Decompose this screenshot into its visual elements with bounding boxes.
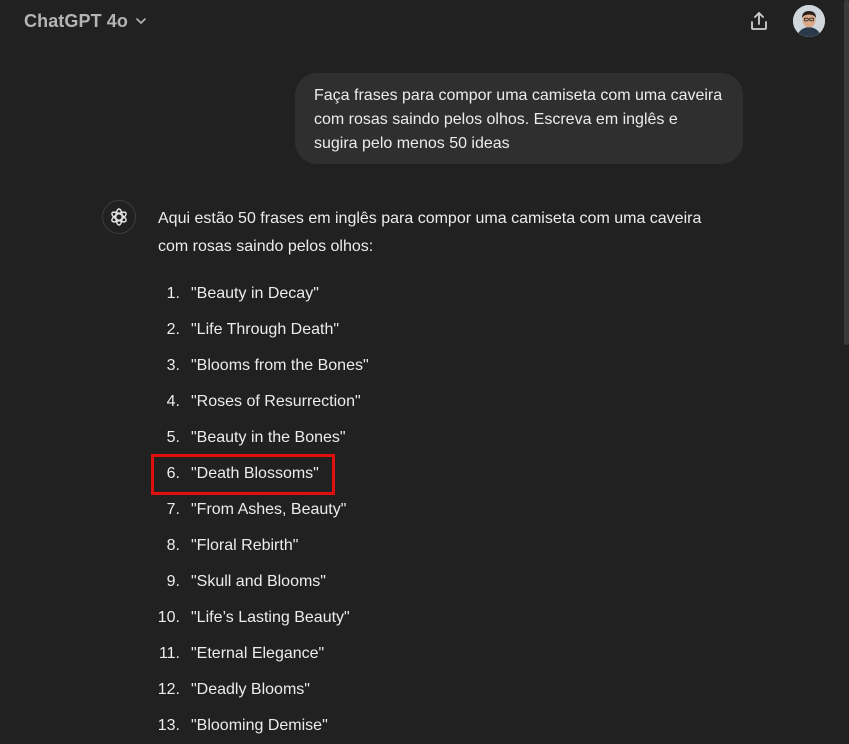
- model-name: ChatGPT 4o: [24, 10, 129, 31]
- list-item: 4. "Roses of Resurrection": [150, 384, 650, 420]
- list-item-number: 8.: [166, 537, 180, 554]
- list-item-text: "Blooms from the Bones": [191, 357, 369, 374]
- list-item: 7. "From Ashes, Beauty": [150, 492, 650, 528]
- list-item-number: 7.: [166, 501, 180, 518]
- list-item: 8. "Floral Rebirth": [150, 528, 650, 564]
- share-button[interactable]: [744, 6, 774, 36]
- assistant-avatar: [102, 200, 136, 234]
- top-bar: ChatGPT 4o: [0, 0, 849, 42]
- list-item-number: 1.: [166, 285, 180, 302]
- avatar[interactable]: [793, 5, 825, 37]
- openai-logo-icon: [111, 208, 127, 226]
- list-item: 9. "Skull and Blooms": [150, 564, 650, 600]
- highlight-box: [151, 454, 335, 495]
- list-item: 2. "Life Through Death": [150, 312, 650, 348]
- scrollbar[interactable]: [844, 0, 849, 345]
- list-item: 12. "Deadly Blooms": [150, 672, 650, 708]
- list-item-number: 11.: [158, 645, 180, 662]
- list-item-text: "From Ashes, Beauty": [191, 501, 347, 518]
- list-item-text: "Life Through Death": [191, 321, 340, 338]
- list-item-number: 12.: [157, 681, 180, 698]
- list-item-number: 2.: [166, 321, 180, 338]
- list-item: 10. "Life’s Lasting Beauty": [150, 600, 650, 636]
- list-item-number: 5.: [166, 429, 180, 446]
- chevron-down-icon: [136, 18, 146, 24]
- list-item-number: 13.: [157, 717, 180, 734]
- list-item: 3. "Blooms from the Bones": [150, 348, 650, 384]
- list-item-text: "Eternal Elegance": [191, 645, 325, 662]
- list-item-text: "Beauty in Decay": [191, 285, 319, 302]
- list-item: 1. "Beauty in Decay": [150, 276, 650, 312]
- share-icon: [751, 12, 767, 30]
- assistant-intro-text: Aqui estão 50 frases em inglês para comp…: [158, 210, 702, 255]
- user-message-bubble: Faça frases para compor uma camiseta com…: [295, 73, 743, 164]
- list-item-text: "Deadly Blooms": [191, 681, 310, 698]
- list-item: 11. "Eternal Elegance": [150, 636, 650, 672]
- list-item-number: 9.: [166, 573, 180, 590]
- list-item-text: "Roses of Resurrection": [191, 393, 361, 410]
- user-photo-icon: [793, 5, 825, 37]
- list-item-text: "Beauty in the Bones": [191, 429, 346, 446]
- list-item-number: 4.: [166, 393, 180, 410]
- list-item-number: 10.: [157, 609, 180, 626]
- phrase-list: 1. "Beauty in Decay" 2. "Life Through Death…: [150, 276, 650, 744]
- list-item-number: 3.: [166, 357, 180, 374]
- list-item-text: "Floral Rebirth": [191, 537, 299, 554]
- list-item-text: "Skull and Blooms": [191, 573, 326, 590]
- model-selector[interactable]: ChatGPT 4o: [14, 5, 158, 37]
- list-item-text: "Blooming Demise": [191, 717, 328, 734]
- list-item-text: "Life’s Lasting Beauty": [191, 609, 350, 626]
- list-item: 5. "Beauty in the Bones": [150, 420, 650, 456]
- user-message-text: Faça frases para compor uma camiseta com…: [314, 87, 723, 152]
- list-item: 13. "Blooming Demise": [150, 708, 650, 744]
